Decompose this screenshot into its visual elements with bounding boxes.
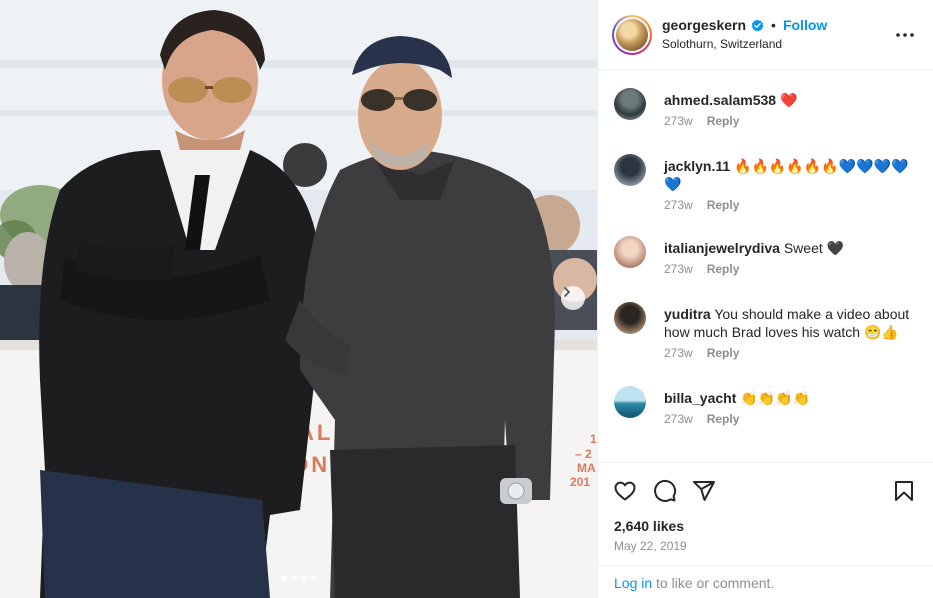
- post-location[interactable]: Solothurn, Switzerland: [662, 37, 782, 51]
- comment-body: yuditra You should make a video about ho…: [664, 305, 920, 341]
- comment-username[interactable]: jacklyn.11: [664, 158, 730, 174]
- reply-button[interactable]: Reply: [707, 262, 740, 276]
- comment-meta: 273w Reply: [664, 114, 739, 128]
- comment-username[interactable]: ahmed.salam538: [664, 92, 776, 108]
- more-horizontal-icon: [896, 33, 914, 37]
- carousel-dot: [290, 575, 297, 581]
- reply-button[interactable]: Reply: [707, 198, 740, 212]
- comment-text: ❤️: [779, 92, 798, 108]
- login-prompt-text: Log in to like or comment.: [614, 575, 774, 591]
- svg-text:1: 1: [590, 432, 597, 446]
- comment-age[interactable]: 273w: [664, 412, 693, 426]
- verified-badge-icon: [751, 19, 764, 31]
- comment-age[interactable]: 273w: [664, 114, 693, 128]
- comment-username[interactable]: yuditra: [664, 306, 711, 322]
- login-link[interactable]: Log in: [614, 575, 652, 591]
- send-icon: [693, 481, 715, 501]
- login-prompt: Log in to like or comment.: [598, 565, 933, 598]
- post-date[interactable]: May 22, 2019: [614, 539, 687, 553]
- bookmark-icon: [895, 481, 913, 501]
- photo-illustration: VAL IONA S 1 – 2 MA 201: [0, 0, 597, 598]
- post-photo[interactable]: VAL IONA S 1 – 2 MA 201: [0, 0, 597, 598]
- post-header: georgeskern • Follow Solothurn, Switzerl…: [598, 0, 933, 70]
- author-avatar[interactable]: [612, 15, 652, 55]
- comment-button[interactable]: [651, 477, 679, 505]
- like-button[interactable]: [611, 477, 639, 505]
- carousel-indicator: [0, 575, 597, 581]
- comment-age[interactable]: 273w: [664, 346, 693, 360]
- comment-avatar[interactable]: [614, 302, 646, 334]
- comment-avatar[interactable]: [614, 386, 646, 418]
- carousel-dot: [310, 575, 317, 581]
- reply-button[interactable]: Reply: [707, 114, 740, 128]
- login-prompt-rest: to like or comment.: [652, 575, 775, 591]
- comment-avatar[interactable]: [614, 88, 646, 120]
- separator-dot: •: [771, 17, 776, 33]
- post-side-panel: georgeskern • Follow Solothurn, Switzerl…: [597, 0, 933, 598]
- author-line: georgeskern • Follow: [662, 17, 827, 33]
- comment-meta: 273w Reply: [664, 262, 739, 276]
- comment-text: 👏👏👏👏: [740, 390, 810, 406]
- author-username[interactable]: georgeskern: [662, 17, 746, 33]
- comment-age[interactable]: 273w: [664, 262, 693, 276]
- comment-meta: 273w Reply: [664, 346, 739, 360]
- comment-icon: [654, 479, 677, 502]
- reply-button[interactable]: Reply: [707, 346, 740, 360]
- reply-button[interactable]: Reply: [707, 412, 740, 426]
- post-actions-bar: [598, 462, 933, 518]
- svg-text:MA: MA: [577, 461, 596, 475]
- carousel-next-button[interactable]: [561, 286, 585, 310]
- comment-body: italianjewelrydiva Sweet 🖤: [664, 239, 920, 257]
- follow-button[interactable]: Follow: [783, 17, 827, 33]
- save-button[interactable]: [890, 477, 918, 505]
- svg-text:201: 201: [570, 475, 590, 489]
- comment-username[interactable]: italianjewelrydiva: [664, 240, 780, 256]
- svg-text:– 2: – 2: [575, 447, 592, 461]
- comment-meta: 273w Reply: [664, 412, 739, 426]
- carousel-dot: [280, 575, 287, 581]
- carousel-dot: [300, 575, 307, 581]
- comment-avatar[interactable]: [614, 236, 646, 268]
- comment-body: billa_yacht 👏👏👏👏: [664, 389, 920, 407]
- comment-text: Sweet 🖤: [783, 240, 845, 256]
- likes-count[interactable]: 2,640 likes: [614, 518, 684, 534]
- heart-icon: [614, 481, 636, 501]
- comment-username[interactable]: billa_yacht: [664, 390, 736, 406]
- instagram-post: VAL IONA S 1 – 2 MA 201: [0, 0, 933, 598]
- chevron-right-icon: [564, 287, 570, 297]
- comment-age[interactable]: 273w: [664, 198, 693, 212]
- comment-avatar[interactable]: [614, 154, 646, 186]
- comment-body: jacklyn.11 🔥🔥🔥🔥🔥🔥💙💙💙💙💙: [664, 157, 920, 193]
- share-button[interactable]: [690, 477, 718, 505]
- more-options-button[interactable]: [894, 24, 916, 46]
- avatar-image: [616, 19, 648, 51]
- comment-body: ahmed.salam538 ❤️: [664, 91, 920, 109]
- comments-list: ahmed.salam538 ❤️ 273w Reply jacklyn.11 …: [598, 71, 933, 461]
- comment-meta: 273w Reply: [664, 198, 739, 212]
